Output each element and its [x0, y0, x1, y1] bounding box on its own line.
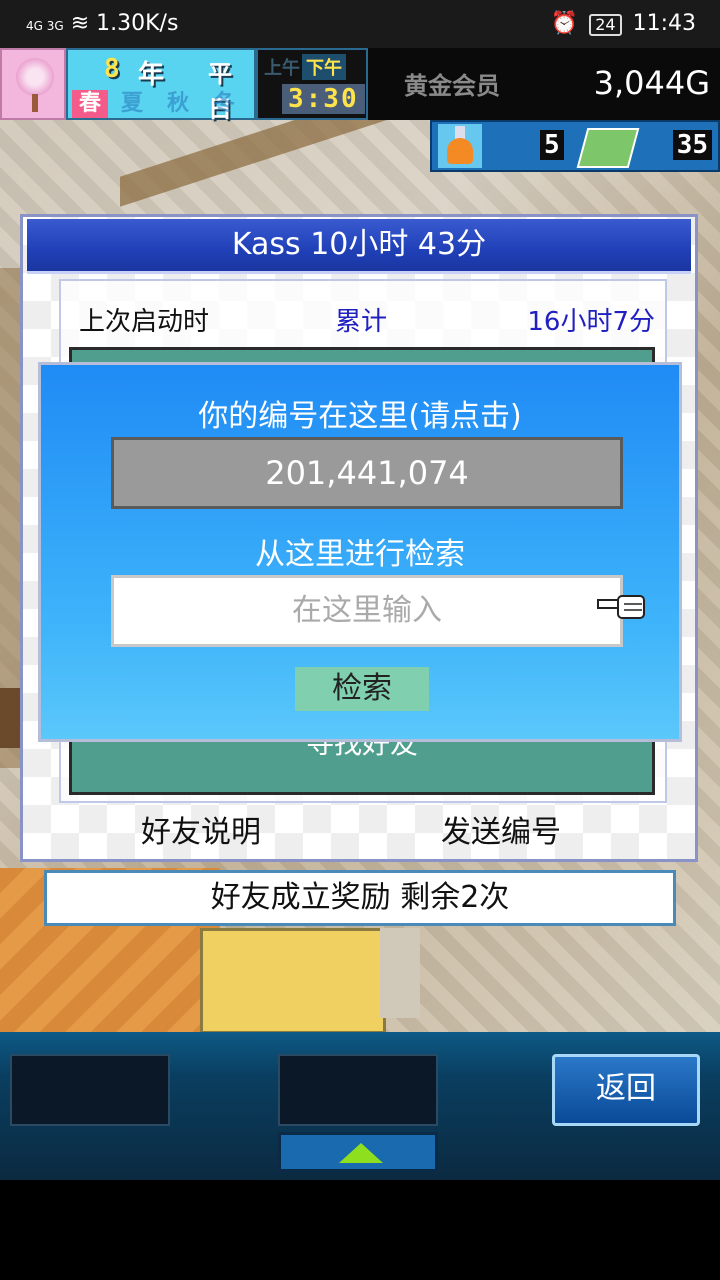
ticket-count: 35 [672, 130, 712, 160]
member-label: 黄金会员 [404, 72, 500, 100]
tree-trunk [32, 94, 38, 112]
search-dialog: 你的编号在这里(请点击) 201,441,074 从这里进行检索 在这里输入 检… [38, 362, 682, 742]
status-bar: 4G 3G ≋ 1.30K/s ⏰ 24 11:43 [0, 0, 720, 48]
bottom-toolbar: 返回 [0, 1032, 720, 1180]
am-label: 上午 [264, 58, 300, 79]
money-value: 3,044G [593, 64, 710, 102]
resource-display: 5 35 [430, 120, 720, 172]
research-points: 5 [540, 130, 564, 160]
scene-room [200, 928, 386, 1034]
friend-help-button[interactable]: 好友说明 [141, 807, 261, 851]
money-display: 黄金会员 3,044G [368, 48, 720, 120]
year-label: 年 [138, 60, 165, 90]
back-button[interactable]: 返回 [552, 1054, 700, 1126]
battery-icon: 24 [589, 14, 622, 36]
panel-title: Kass 10小时 43分 [27, 219, 691, 274]
flask-liquid [447, 138, 473, 164]
calendar-display: 8 年 平日 春 夏 秋 冬 [66, 48, 256, 123]
system-nav-area [0, 1180, 720, 1280]
status-left: 4G 3G ≋ 1.30K/s [26, 11, 178, 36]
search-button[interactable]: 检索 [295, 667, 429, 711]
player-id-button[interactable]: 201,441,074 [111, 437, 623, 509]
pointing-hand-icon [597, 595, 645, 619]
search-label: 从这里进行检索 [255, 537, 465, 572]
ticket-icon [576, 128, 640, 168]
search-input[interactable]: 在这里输入 [111, 575, 623, 647]
year-number: 8 [104, 54, 120, 84]
id-label: 你的编号在这里(请点击) [198, 399, 522, 434]
season-spring: 春 [72, 90, 108, 118]
toolbar-slot-empty[interactable] [10, 1054, 170, 1126]
season-summer: 夏 [120, 91, 143, 116]
send-id-button[interactable]: 发送编号 [441, 807, 561, 851]
season-winter: 冬 [212, 91, 235, 116]
alarm-icon: ⏰ [550, 11, 579, 36]
game-clock: 3:30 [282, 84, 365, 114]
season-avatar[interactable] [0, 48, 66, 120]
scene-shelf [0, 688, 22, 748]
network-speed: 1.30K/s [96, 11, 179, 36]
total-value: 16小时7分 [527, 307, 655, 337]
cherry-blossom-icon [16, 58, 54, 96]
up-arrow-icon [339, 1143, 383, 1163]
clock-display: 上午 下午 3:30 [256, 48, 368, 120]
pm-label: 下午 [302, 54, 346, 80]
season-autumn: 秋 [166, 91, 189, 116]
flask-icon [438, 124, 482, 168]
toolbar-slot-empty[interactable] [278, 1054, 438, 1126]
last-launch-label: 上次启动时 [79, 307, 210, 337]
wifi-icon: ≋ [70, 11, 90, 36]
status-right: ⏰ 24 11:43 [551, 11, 696, 36]
network-icon: 4G 3G [26, 19, 64, 33]
expand-menu-button[interactable] [278, 1132, 438, 1172]
status-time: 11:43 [632, 11, 696, 36]
friend-reward-bar: 好友成立奖励 剩余2次 [44, 870, 676, 926]
total-label: 累计 [335, 307, 388, 337]
scene-room [380, 928, 420, 1018]
